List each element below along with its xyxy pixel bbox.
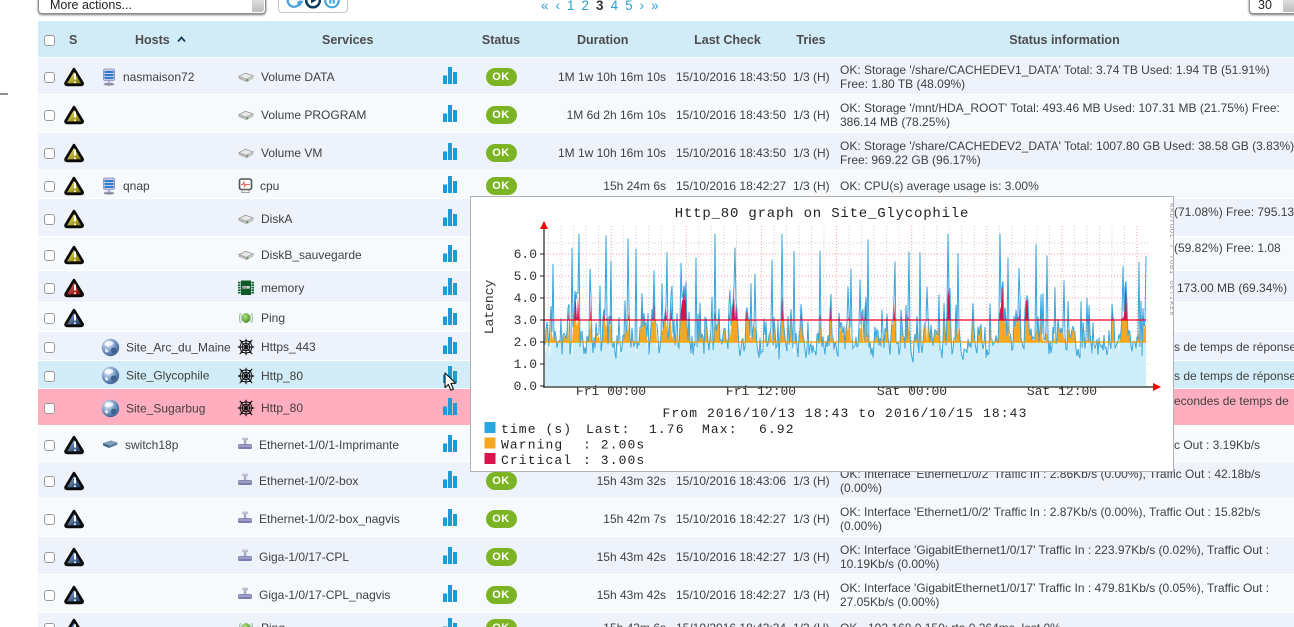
svg-text:2.0: 2.0 — [514, 335, 537, 350]
svg-text:Fri 00:00: Fri 00:00 — [576, 384, 646, 399]
svg-text:time (s)Last:1.76Max:6.92: time (s)Last:1.76Max:6.92 — [501, 422, 795, 437]
svg-text:Sat 00:00: Sat 00:00 — [877, 384, 947, 399]
svg-text:Warning: 2.00s: Warning: 2.00s — [501, 438, 645, 453]
svg-text:Sat 12:00: Sat 12:00 — [1027, 384, 1097, 399]
svg-text:6.0: 6.0 — [514, 247, 537, 262]
svg-text:Fri 12:00: Fri 12:00 — [726, 384, 796, 399]
svg-text:RRDTOOL / TOBI OETIKER: RRDTOOL / TOBI OETIKER — [1167, 203, 1173, 316]
svg-text:3.0: 3.0 — [514, 313, 537, 328]
svg-text:Critical: 3.00s: Critical: 3.00s — [501, 453, 645, 468]
svg-text:Http_80 graph on Site_Glycophi: Http_80 graph on Site_Glycophile — [675, 206, 969, 222]
svg-text:From 2016/10/13 18:43 to 2016/: From 2016/10/13 18:43 to 2016/10/15 18:4… — [663, 406, 1028, 421]
svg-text:5.0: 5.0 — [514, 269, 537, 284]
svg-text:4.0: 4.0 — [514, 291, 537, 306]
svg-text:1.0: 1.0 — [514, 357, 537, 372]
svg-text:Latency: Latency — [482, 279, 497, 334]
svg-text:0.0: 0.0 — [514, 379, 537, 394]
